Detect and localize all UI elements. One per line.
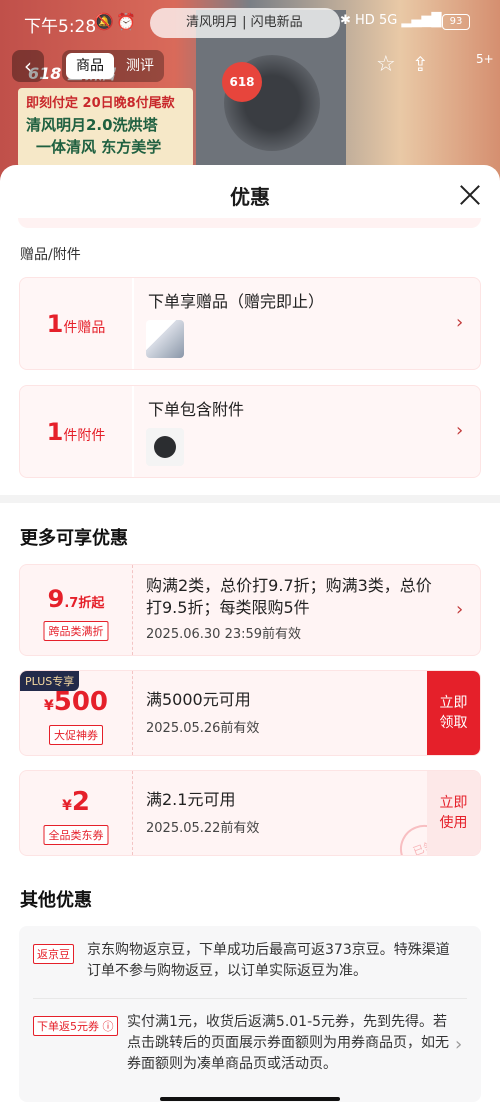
- bell-muted-icon: 🔕: [94, 12, 114, 31]
- coupon-expiry: 2025.05.26前有效: [146, 721, 260, 736]
- product-nav-bar: ‹ 商品 测评 ☆ ⇪ 5+: [0, 48, 500, 88]
- row-divider: [33, 998, 467, 999]
- use-button-line-2: 使用: [439, 815, 468, 831]
- coupon-value: ¥500 大促神券: [20, 671, 132, 755]
- coupon-amount-number: 2: [71, 787, 90, 817]
- promo-line-2: 清风明月2.0洗烘塔: [26, 116, 158, 134]
- jingdou-rebate-row: 返京豆 京东购物返京豆，下单成功后最高可返373京豆。特殊渠道订单不参与购物返豆…: [19, 926, 481, 998]
- coupon-divider: [132, 671, 134, 755]
- gift-thumbnail: [146, 320, 184, 358]
- other-discounts-title: 其他优惠: [20, 890, 92, 911]
- gift-count: 1件赠品: [20, 278, 132, 369]
- currency-symbol: ¥: [43, 698, 54, 714]
- coupon-expiry: 2025.06.30 23:59前有效: [146, 627, 302, 642]
- discount-rate: 9.7折起: [20, 585, 132, 613]
- promo-line-1: 即刻付定 20日晚8付尾款: [26, 96, 175, 111]
- coupon-expiry: 2025.05.22前有效: [146, 821, 260, 836]
- search-bar-background: 清风明月 | 闪电新品: [150, 8, 340, 38]
- coupon-amount: ¥2: [20, 787, 132, 817]
- tab-review[interactable]: 测评: [120, 53, 160, 79]
- all-category-coupon-card: ¥2 全品类东券 满2.1元可用 2025.05.22前有效 已领 立即 使用: [19, 770, 481, 856]
- claim-button-line-1: 立即: [439, 695, 468, 711]
- discount-rate-small: .7折起: [64, 596, 105, 611]
- gift-count-number: 1: [46, 310, 64, 338]
- favorite-star-icon[interactable]: ☆: [376, 52, 396, 77]
- jingdou-description: 京东购物返京豆，下单成功后最高可返373京豆。特殊渠道订单不参与购物返豆，以订单…: [87, 942, 450, 979]
- coupon-amount: ¥500: [20, 687, 132, 717]
- jingdou-tag: 返京豆: [33, 944, 74, 964]
- status-bar: 清风明月 | 闪电新品 下午5:28 🔕 ⏰ ✱ HD 5G ▂▄▆█ 93: [0, 0, 500, 44]
- alarm-icon: ⏰: [116, 12, 136, 31]
- accessory-card[interactable]: 1件附件 下单包含附件 ›: [19, 385, 481, 478]
- message-count-badge: 5+: [476, 52, 494, 66]
- accessory-thumbnail: [146, 428, 184, 466]
- accessory-count: 1件附件: [20, 386, 132, 477]
- use-now-button[interactable]: 立即 使用: [427, 771, 480, 855]
- coupon-amount-number: 500: [53, 687, 109, 717]
- product-tabs: 商品 测评: [62, 50, 164, 82]
- section-separator: [0, 495, 500, 503]
- coupon-condition: 满2.1元可用: [146, 790, 236, 809]
- coupon-value: ¥2 全品类东券: [20, 771, 132, 855]
- coupon-divider: [132, 565, 134, 655]
- discount-sheet: 优惠 赠品/附件 1件赠品 下单享赠品（赠完即止） › 1件附件 下单包含附件 …: [0, 165, 500, 1111]
- back-button[interactable]: ‹: [12, 50, 44, 82]
- previous-card-peek: [18, 218, 481, 228]
- cross-category-discount-card[interactable]: 9.7折起 跨品类满折 购满2类，总价打9.7折；购满3类，总价打9.5折；每类…: [19, 564, 481, 656]
- coupon-condition: 满5000元可用: [146, 690, 251, 709]
- coupon-type-tag: 全品类东券: [43, 825, 109, 845]
- close-icon[interactable]: [456, 181, 484, 209]
- card-divider: [132, 278, 134, 369]
- status-time: 下午5:28: [24, 17, 97, 37]
- battery-icon: 93: [442, 14, 470, 30]
- promo-line-3: 一体清风 东方美学: [36, 138, 162, 156]
- chevron-right-icon: ›: [456, 420, 464, 441]
- gifts-section-label: 赠品/附件: [20, 247, 81, 263]
- card-divider: [132, 386, 134, 477]
- accessory-description: 下单包含附件: [148, 400, 245, 419]
- currency-symbol: ¥: [62, 798, 72, 814]
- coupon-type-tag: 大促神券: [49, 725, 103, 745]
- coupon-rebate-description[interactable]: 实付满1元，收货后返满5.01-5元券，先到先得。若点击跳转后的页面展示券面额则…: [127, 1012, 452, 1075]
- claim-now-button[interactable]: 立即 领取: [427, 671, 480, 755]
- coupon-divider: [132, 771, 134, 855]
- gift-description: 下单享赠品（赠完即止）: [148, 292, 325, 311]
- other-discounts-box: 返京豆 京东购物返京豆，下单成功后最高可返373京豆。特殊渠道订单不参与购物返豆…: [19, 926, 481, 1102]
- chevron-right-icon: ›: [456, 599, 464, 620]
- use-button-line-1: 立即: [439, 795, 468, 811]
- signal-icons: ✱ HD 5G ▂▄▆█: [340, 13, 442, 28]
- tab-product[interactable]: 商品: [66, 53, 114, 79]
- chevron-right-icon: ›: [456, 312, 464, 333]
- plus-coupon-card: PLUS专享 ¥500 大促神券 满5000元可用 2025.05.26前有效 …: [19, 670, 481, 756]
- sheet-title: 优惠: [230, 185, 270, 209]
- background-promo-banner: 即刻付定 20日晚8付尾款 清风明月2.0洗烘塔 一体清风 东方美学: [18, 88, 193, 168]
- home-indicator[interactable]: [160, 1097, 340, 1101]
- gift-count-unit: 件赠品: [63, 320, 106, 336]
- coupon-value: 9.7折起 跨品类满折: [20, 565, 132, 655]
- coupon-rebate-tag: 下单返5元券 ⓘ: [33, 1016, 118, 1036]
- chevron-right-icon[interactable]: ›: [455, 1034, 462, 1055]
- coupon-rule: 购满2类，总价打9.7折；购满3类，总价打9.5折；每类限购5件: [146, 576, 432, 617]
- claim-button-line-2: 领取: [439, 715, 468, 731]
- share-icon[interactable]: ⇪: [412, 52, 429, 76]
- accessory-count-number: 1: [46, 418, 64, 446]
- discount-rate-big: 9: [47, 585, 65, 613]
- more-discounts-title: 更多可享优惠: [20, 528, 128, 549]
- gift-card[interactable]: 1件赠品 下单享赠品（赠完即止） ›: [19, 277, 481, 370]
- accessory-count-unit: 件附件: [63, 428, 106, 444]
- coupon-type-tag: 跨品类满折: [43, 621, 109, 641]
